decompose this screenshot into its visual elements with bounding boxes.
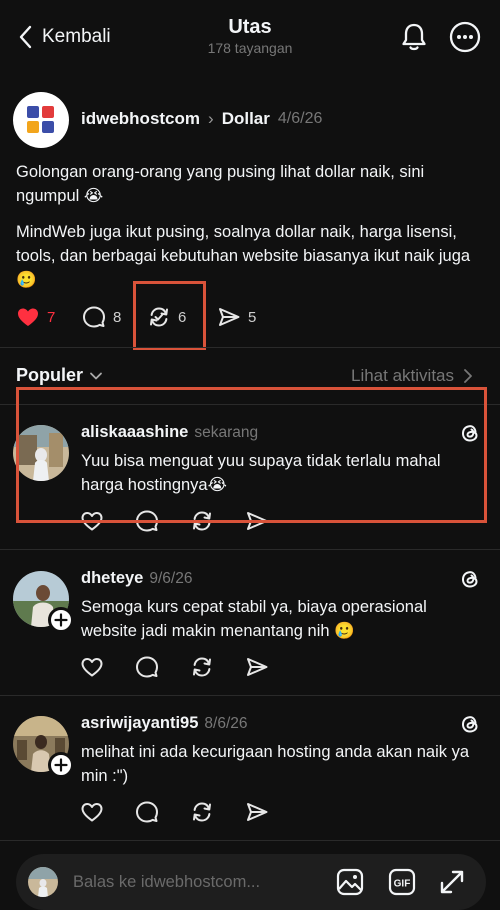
divider [0, 840, 500, 841]
repost-icon[interactable] [190, 800, 214, 824]
follow-button[interactable] [48, 607, 74, 633]
expand-icon[interactable] [438, 868, 466, 896]
threads-icon[interactable] [458, 567, 482, 591]
highlight-box-repost [133, 281, 206, 350]
chevron-right-icon [464, 369, 472, 383]
reply-text: melihat ini ada kecurigaan hosting anda … [81, 743, 470, 785]
post-header: idwebhostcom › Dollar 4/6/26 [81, 109, 322, 129]
reply-username[interactable]: asriwijayanti95 [81, 714, 198, 733]
chevron-down-icon [90, 372, 102, 379]
heart-icon[interactable] [80, 655, 104, 679]
reply-time: 9/6/26 [149, 570, 193, 587]
post-author-name[interactable]: idwebhostcom [81, 109, 200, 129]
heart-icon[interactable] [80, 800, 104, 824]
divider [0, 347, 500, 348]
view-activity-link[interactable]: Lihat aktivitas [351, 366, 474, 386]
post-date: 4/6/26 [277, 110, 323, 127]
heart-filled-icon [18, 308, 38, 326]
idwebhost-logo-icon [27, 106, 54, 133]
comment-icon [83, 306, 105, 328]
comment-icon[interactable] [135, 800, 159, 824]
plus-icon [54, 758, 68, 772]
sort-dropdown[interactable]: Populer [16, 365, 103, 386]
sort-label: Populer [16, 365, 84, 385]
follow-button[interactable] [48, 752, 74, 778]
like-button[interactable]: 7 [16, 305, 55, 329]
share-count: 5 [248, 308, 257, 326]
highlight-box-reply [16, 387, 487, 523]
reply-actions [80, 800, 269, 824]
reply-header: asriwijayanti95 8/6/26 [81, 714, 248, 733]
reply-time: 8/6/26 [204, 715, 248, 732]
plus-icon [54, 613, 68, 627]
post-paragraph-1: Golongan orang-orang yang pusing lihat d… [16, 163, 425, 205]
post-topic[interactable]: Dollar [222, 109, 270, 129]
threads-icon[interactable] [458, 712, 482, 736]
image-icon[interactable] [336, 868, 364, 896]
reply-username[interactable]: dheteye [81, 569, 143, 588]
chevron-right-icon: › [208, 109, 214, 128]
reply-header: dheteye 9/6/26 [81, 569, 192, 588]
gif-icon[interactable]: GIF [388, 868, 416, 896]
like-count: 7 [47, 308, 56, 326]
share-button[interactable]: 5 [217, 305, 256, 329]
more-options-icon[interactable] [448, 20, 482, 54]
comment-count: 8 [113, 308, 122, 326]
send-icon[interactable] [245, 800, 269, 824]
divider [0, 549, 500, 550]
post-paragraph-2: MindWeb juga ikut pusing, soalnya dollar… [16, 223, 471, 289]
send-icon[interactable] [245, 655, 269, 679]
svg-text:GIF: GIF [394, 879, 411, 890]
bell-icon[interactable] [397, 20, 431, 54]
author-avatar[interactable] [13, 92, 69, 148]
reply-text: Semoga kurs cepat stabil ya, biaya opera… [81, 598, 427, 640]
avatar-photo [28, 867, 58, 897]
repost-icon[interactable] [190, 655, 214, 679]
reply-actions [80, 655, 269, 679]
comment-button[interactable]: 8 [82, 305, 121, 329]
comment-icon[interactable] [135, 655, 159, 679]
divider [0, 695, 500, 696]
reply-input[interactable]: Balas ke idwebhostcom... [73, 873, 260, 892]
composer-avatar [28, 867, 58, 897]
send-icon [219, 308, 240, 326]
view-activity-label: Lihat aktivitas [351, 366, 454, 385]
